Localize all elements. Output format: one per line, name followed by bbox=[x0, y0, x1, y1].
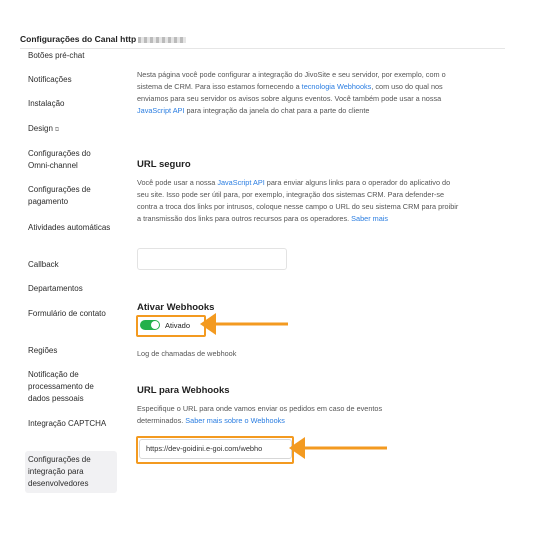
page-title: Configurações do Canal http bbox=[20, 34, 187, 44]
sidebar-item-notificacoes[interactable]: Notificações bbox=[25, 74, 117, 86]
header-divider bbox=[20, 48, 505, 49]
secure-url-heading: URL seguro bbox=[137, 159, 191, 170]
sidebar-item-label: Regiões bbox=[28, 346, 58, 355]
webhook-url-input[interactable]: https://dev-goidini.e-goi.com/webho bbox=[139, 439, 292, 459]
toggle-knob bbox=[151, 321, 159, 329]
sidebar-item-formulario[interactable]: Formulário de contato bbox=[25, 308, 117, 320]
webhooks-saber-mais-link[interactable]: Saber mais sobre o Webhooks bbox=[185, 416, 285, 425]
highlight-arrow-icon bbox=[200, 313, 288, 335]
sidebar-item-botoes-pre-chat[interactable]: Botões pré-chat bbox=[25, 50, 117, 62]
sidebar-item-callback[interactable]: Callback bbox=[25, 259, 117, 271]
sidebar-item-atividades[interactable]: Atividades automáticas bbox=[25, 222, 117, 234]
sidebar-item-label: Configurações de integração para desenvo… bbox=[28, 455, 91, 488]
secure-url-paragraph: Você pode usar a nossa JavaScript API pa… bbox=[137, 177, 462, 225]
toggle-switch[interactable] bbox=[140, 320, 160, 330]
external-link-icon: ⧉ bbox=[54, 127, 60, 133]
sidebar-item-label: Notificações bbox=[28, 75, 72, 84]
secure-url-input[interactable] bbox=[137, 248, 287, 270]
javascript-api-link-2[interactable]: JavaScript API bbox=[217, 178, 264, 187]
sidebar-item-label: Formulário de contato bbox=[28, 309, 106, 318]
sidebar-item-label: Configurações do Omni-channel bbox=[28, 149, 91, 170]
sidebar-item-label: Design bbox=[28, 124, 53, 133]
page-title-text: Configurações do Canal http bbox=[20, 34, 137, 44]
sidebar-item-label: Atividades automáticas bbox=[28, 223, 111, 232]
sidebar-item-label: Botões pré-chat bbox=[28, 51, 85, 60]
intro-paragraph: Nesta página você pode configurar a inte… bbox=[137, 69, 462, 117]
sidebar-item-departamentos[interactable]: Departamentos bbox=[25, 283, 117, 295]
javascript-api-link[interactable]: JavaScript API bbox=[137, 106, 184, 115]
webhooks-tech-link[interactable]: tecnologia Webhooks bbox=[302, 82, 372, 91]
secure-url-text: Você pode usar a nossa bbox=[137, 178, 218, 187]
sidebar-item-design[interactable]: Design ⧉ bbox=[25, 123, 117, 136]
sidebar-item-instalacao[interactable]: Instalação bbox=[25, 98, 117, 110]
sidebar-item-desenvolvedores[interactable]: Configurações de integração para desenvo… bbox=[25, 451, 117, 493]
webhook-url-paragraph: Especifique o URL para onde vamos enviar… bbox=[137, 403, 427, 427]
saber-mais-link[interactable]: Saber mais bbox=[351, 214, 388, 223]
sidebar-item-label: Callback bbox=[28, 260, 59, 269]
webhook-url-heading: URL para Webhooks bbox=[137, 385, 230, 396]
sidebar-item-regioes[interactable]: Regiões bbox=[25, 345, 117, 357]
highlight-arrow-icon bbox=[289, 437, 387, 459]
sidebar-item-pagamento[interactable]: Configurações de pagamento bbox=[25, 184, 117, 208]
sidebar-item-captcha[interactable]: Integração CAPTCHA bbox=[25, 418, 117, 430]
sidebar-item-label: Integração CAPTCHA bbox=[28, 419, 107, 428]
redacted-url bbox=[138, 36, 187, 43]
sidebar-item-label: Notificação de processamento de dados pe… bbox=[28, 370, 94, 403]
sidebar-item-label: Departamentos bbox=[28, 284, 83, 293]
intro-text: para integração da janela do chat para a… bbox=[184, 106, 370, 115]
sidebar-item-label: Instalação bbox=[28, 99, 65, 108]
sidebar-item-notificacao-dados[interactable]: Notificação de processamento de dados pe… bbox=[25, 369, 117, 405]
webhooks-toggle[interactable]: Ativado bbox=[140, 320, 190, 330]
webhook-log-link[interactable]: Log de chamadas de webhook bbox=[137, 348, 236, 360]
toggle-label: Ativado bbox=[165, 320, 191, 330]
sidebar-item-omni-channel[interactable]: Configurações do Omni-channel bbox=[25, 148, 117, 172]
sidebar-item-label: Configurações de pagamento bbox=[28, 185, 91, 206]
